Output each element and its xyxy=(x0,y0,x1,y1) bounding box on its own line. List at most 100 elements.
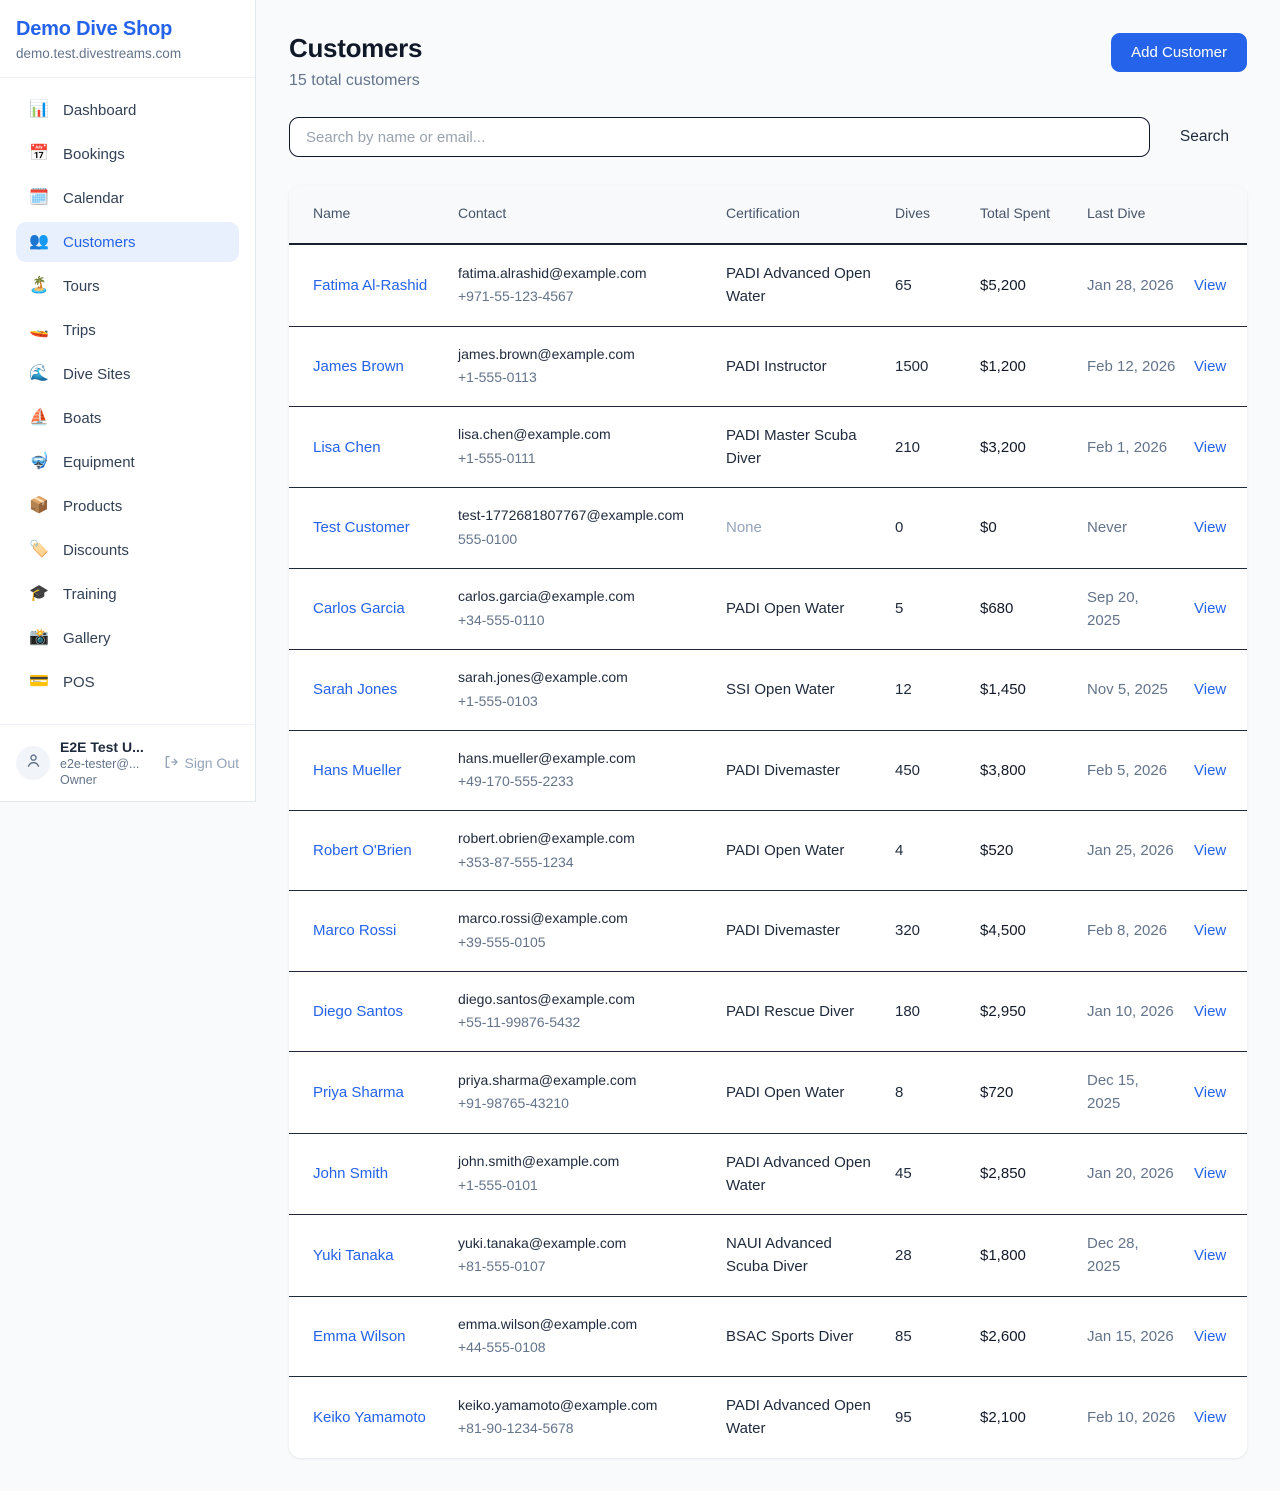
customer-name-link[interactable]: Diego Santos xyxy=(313,1003,403,1020)
customer-name-link[interactable]: Sarah Jones xyxy=(313,681,397,698)
customer-last-dive: Dec 28, 2025 xyxy=(1087,1232,1194,1279)
search-button[interactable]: Search xyxy=(1180,128,1229,146)
user-name: E2E Test U... xyxy=(60,739,153,755)
customer-email: keiko.yamamoto@example.com xyxy=(458,1395,708,1417)
customer-phone: +44-555-0108 xyxy=(458,1337,708,1359)
view-link[interactable]: View xyxy=(1194,762,1226,779)
view-link[interactable]: View xyxy=(1194,1084,1226,1101)
customer-dives: 12 xyxy=(895,678,980,701)
customer-name-link[interactable]: John Smith xyxy=(313,1165,388,1182)
search-input[interactable] xyxy=(289,117,1150,157)
view-link[interactable]: View xyxy=(1194,922,1226,939)
customer-action-cell: View xyxy=(1194,1244,1247,1267)
customer-action-cell: View xyxy=(1194,678,1247,701)
customer-name-cell: Test Customer xyxy=(313,516,458,539)
page-title: Customers xyxy=(289,33,422,64)
customer-name-link[interactable]: Marco Rossi xyxy=(313,922,396,939)
customer-dives: 65 xyxy=(895,274,980,297)
customer-name-cell: James Brown xyxy=(313,355,458,378)
customer-name-link[interactable]: Test Customer xyxy=(313,519,410,536)
view-link[interactable]: View xyxy=(1194,1409,1226,1426)
calendar-icon: 📅 xyxy=(28,146,50,162)
spiral-calendar-icon: 🗓️ xyxy=(28,190,50,206)
sidebar-item-products[interactable]: 📦Products xyxy=(16,486,239,526)
sidebar-item-pos[interactable]: 💳POS xyxy=(16,662,239,702)
search-bar: Search xyxy=(289,117,1247,157)
customer-action-cell: View xyxy=(1194,1162,1247,1185)
sign-out-button[interactable]: Sign Out xyxy=(163,754,239,773)
customer-name-cell: Marco Rossi xyxy=(313,919,458,942)
customer-certification: BSAC Sports Diver xyxy=(726,1325,895,1348)
customer-name-link[interactable]: Lisa Chen xyxy=(313,439,381,456)
customer-name-cell: Keiko Yamamoto xyxy=(313,1406,458,1429)
customer-certification: NAUI Advanced Scuba Diver xyxy=(726,1232,895,1279)
sidebar-item-label: Equipment xyxy=(63,454,135,471)
column-header-name: Name xyxy=(313,204,458,224)
customer-name-link[interactable]: Carlos Garcia xyxy=(313,600,405,617)
view-link[interactable]: View xyxy=(1194,358,1226,375)
customer-name-link[interactable]: James Brown xyxy=(313,358,404,375)
customer-name-link[interactable]: Keiko Yamamoto xyxy=(313,1409,426,1426)
customer-dives: 45 xyxy=(895,1162,980,1185)
customer-certification: PADI Open Water xyxy=(726,1081,895,1104)
sidebar-item-boats[interactable]: ⛵Boats xyxy=(16,398,239,438)
customer-name-link[interactable]: Yuki Tanaka xyxy=(313,1247,394,1264)
view-link[interactable]: View xyxy=(1194,277,1226,294)
table-row: Emma Wilson emma.wilson@example.com+44-55… xyxy=(289,1297,1247,1377)
customer-email: hans.mueller@example.com xyxy=(458,748,708,770)
sidebar-item-dive-sites[interactable]: 🌊Dive Sites xyxy=(16,354,239,394)
view-link[interactable]: View xyxy=(1194,439,1226,456)
view-link[interactable]: View xyxy=(1194,1003,1226,1020)
view-link[interactable]: View xyxy=(1194,681,1226,698)
customer-name-cell: Sarah Jones xyxy=(313,678,458,701)
sidebar-item-gallery[interactable]: 📸Gallery xyxy=(16,618,239,658)
sidebar-item-customers[interactable]: 👥Customers xyxy=(16,222,239,262)
credit-card-icon: 💳 xyxy=(28,674,50,690)
customer-email: emma.wilson@example.com xyxy=(458,1314,708,1336)
customer-name-link[interactable]: Fatima Al-Rashid xyxy=(313,277,427,294)
sidebar-item-trips[interactable]: 🚤Trips xyxy=(16,310,239,350)
customer-action-cell: View xyxy=(1194,274,1247,297)
customer-action-cell: View xyxy=(1194,355,1247,378)
wave-icon: 🌊 xyxy=(28,366,50,382)
customer-phone: +91-98765-43210 xyxy=(458,1093,708,1115)
customer-contact-cell: fatima.alrashid@example.com+971-55-123-4… xyxy=(458,263,726,308)
sidebar-item-calendar[interactable]: 🗓️Calendar xyxy=(16,178,239,218)
sidebar-nav: 📊Dashboard📅Bookings🗓️Calendar👥Customers🏝… xyxy=(0,78,255,724)
customer-name-link[interactable]: Robert O'Brien xyxy=(313,842,412,859)
add-customer-button[interactable]: Add Customer xyxy=(1111,33,1247,72)
customer-name-link[interactable]: Hans Mueller xyxy=(313,762,401,779)
customer-contact-cell: keiko.yamamoto@example.com+81-90-1234-56… xyxy=(458,1395,726,1440)
sidebar-item-discounts[interactable]: 🏷️Discounts xyxy=(16,530,239,570)
table-row: Keiko Yamamoto keiko.yamamoto@example.com… xyxy=(289,1377,1247,1458)
customer-email: yuki.tanaka@example.com xyxy=(458,1233,708,1255)
customer-total-spent: $0 xyxy=(980,516,1087,539)
view-link[interactable]: View xyxy=(1194,842,1226,859)
customer-contact-cell: john.smith@example.com+1-555-0101 xyxy=(458,1151,726,1196)
customer-last-dive: Feb 10, 2026 xyxy=(1087,1406,1194,1429)
customer-name-link[interactable]: Emma Wilson xyxy=(313,1328,406,1345)
customer-dives: 450 xyxy=(895,759,980,782)
customer-phone: +353-87-555-1234 xyxy=(458,852,708,874)
sidebar-item-tours[interactable]: 🏝️Tours xyxy=(16,266,239,306)
customer-contact-cell: james.brown@example.com+1-555-0113 xyxy=(458,344,726,389)
sidebar-item-bookings[interactable]: 📅Bookings xyxy=(16,134,239,174)
table-row: Priya Sharmapriya.sharma@example.com+91-… xyxy=(289,1052,1247,1134)
sidebar-item-equipment[interactable]: 🤿Equipment xyxy=(16,442,239,482)
customer-name-cell: Lisa Chen xyxy=(313,436,458,459)
sidebar-item-dashboard[interactable]: 📊Dashboard xyxy=(16,90,239,130)
view-link[interactable]: View xyxy=(1194,519,1226,536)
view-link[interactable]: View xyxy=(1194,600,1226,617)
customer-name-link[interactable]: Priya Sharma xyxy=(313,1084,404,1101)
customer-email: marco.rossi@example.com xyxy=(458,908,708,930)
sidebar-item-label: Dashboard xyxy=(63,102,136,119)
sidebar-item-label: Gallery xyxy=(63,630,111,647)
sidebar-item-training[interactable]: 🎓Training xyxy=(16,574,239,614)
view-link[interactable]: View xyxy=(1194,1165,1226,1182)
view-link[interactable]: View xyxy=(1194,1328,1226,1345)
view-link[interactable]: View xyxy=(1194,1247,1226,1264)
graduation-cap-icon: 🎓 xyxy=(28,586,50,602)
table-row: John Smith john.smith@example.com+1-555-0… xyxy=(289,1134,1247,1216)
customer-contact-cell: marco.rossi@example.com+39-555-0105 xyxy=(458,908,726,953)
customer-certification: SSI Open Water xyxy=(726,678,895,701)
